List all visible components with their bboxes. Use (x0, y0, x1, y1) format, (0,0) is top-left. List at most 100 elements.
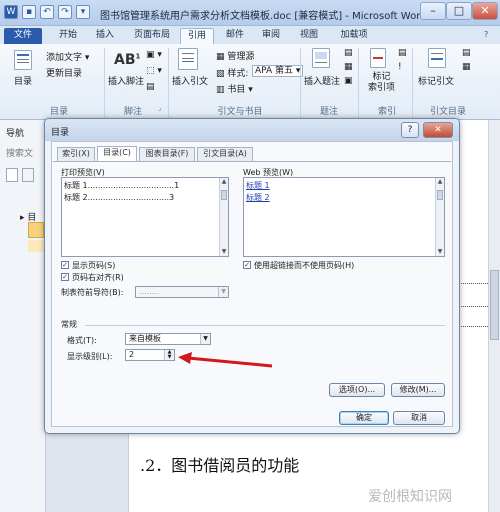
scroll-thumb[interactable] (490, 270, 499, 340)
scroll-thumb[interactable] (437, 190, 443, 200)
tab-addins[interactable]: 加载项 (334, 28, 374, 44)
tab-insert[interactable]: 插入 (90, 28, 120, 44)
print-preview-box: 标题 1..................................1 … (61, 177, 229, 257)
show-notes-icon[interactable]: ▤ (146, 82, 155, 92)
maximize-button[interactable]: □ (446, 2, 472, 20)
group-divider (358, 48, 359, 118)
redo-icon[interactable]: ↷ (58, 5, 72, 19)
insert-caption-button[interactable]: 插入题注 (304, 74, 340, 87)
help-icon[interactable]: ? (484, 30, 488, 39)
cross-reference-icon[interactable]: ▣ (344, 76, 353, 86)
headings-view-icon[interactable] (6, 168, 18, 182)
update-toc-button[interactable]: 更新目录 (46, 66, 82, 79)
use-hyperlinks-checkbox[interactable]: ✓ (243, 261, 251, 269)
dialog-title: 目录 (51, 128, 70, 138)
bibliography-button[interactable]: ▥ 书目 ▾ (216, 82, 253, 95)
group-divider (104, 48, 105, 118)
tab-mailings[interactable]: 邮件 (220, 28, 250, 44)
tab-index[interactable]: 索引(X) (57, 147, 95, 161)
tab-toc[interactable]: 目录(C) (97, 146, 137, 161)
tab-leader-select[interactable]: ........ ▼ (135, 286, 229, 298)
tab-divider (53, 161, 451, 162)
annotation-arrow-icon (178, 352, 273, 368)
tab-view[interactable]: 视图 (294, 28, 324, 44)
insert-citation-icon (178, 48, 198, 70)
insert-footnote-button[interactable]: 插入脚注 (108, 74, 144, 87)
chevron-down-icon[interactable]: ▼ (200, 334, 210, 344)
scroll-down-icon[interactable]: ▼ (220, 248, 228, 256)
insert-citation-button[interactable]: 插入引文 (172, 74, 208, 87)
scroll-up-icon[interactable]: ▲ (436, 178, 444, 186)
insert-endnote-icon[interactable]: ▣ ▾ (146, 50, 162, 60)
dialog-launcher-icon[interactable]: ⌟ (158, 104, 161, 112)
nav-item[interactable] (28, 240, 44, 252)
ok-button[interactable]: 确定 (339, 411, 389, 425)
web-preview-link-1[interactable]: 标题 1 (246, 180, 270, 191)
nav-search-input[interactable]: 搜索文 (6, 146, 33, 159)
scroll-up-icon[interactable]: ▲ (220, 178, 228, 186)
scroll-down-icon[interactable]: ▼ (436, 248, 444, 256)
chevron-down-icon[interactable]: ▼ (218, 287, 228, 297)
stepper-arrows-icon[interactable]: ▲ ▼ (164, 350, 174, 360)
dialog-close-button[interactable]: ✕ (423, 122, 453, 138)
tab-home[interactable]: 开始 (52, 28, 84, 44)
web-preview-link-2[interactable]: 标题 2 (246, 192, 270, 203)
style-select[interactable]: APA 第五 ▾ (252, 65, 304, 77)
close-button[interactable]: ✕ (472, 2, 498, 20)
tab-leader-label: 制表符前导符(B): (61, 288, 124, 297)
toc-leader-line (458, 283, 488, 284)
update-table-icon[interactable]: ▦ (344, 62, 353, 72)
tab-references[interactable]: 引用 (180, 28, 214, 44)
window-title: 图书馆管理系统用户需求分析文档模板.doc [兼容模式] - Microsoft… (100, 11, 427, 22)
print-preview-line-1: 标题 1..................................1 (64, 181, 180, 190)
right-align-checkbox[interactable]: ✓ (61, 273, 69, 281)
toc-leader-line (458, 306, 488, 307)
tab-page-layout[interactable]: 页面布局 (126, 28, 178, 44)
toc-dialog: 目录 ? ✕ 索引(X) 目录(C) 图表目录(F) 引文目录(A) 打印预览(… (44, 118, 460, 434)
web-preview-scrollbar[interactable]: ▲ ▼ (435, 178, 444, 256)
right-align-label: 页码右对齐(R) (72, 273, 124, 282)
document-scrollbar[interactable] (488, 120, 500, 512)
undo-icon[interactable]: ↶ (40, 5, 54, 19)
add-text-button[interactable]: 添加文字 ▾ (46, 50, 89, 63)
toc-leader-line (458, 326, 488, 327)
modify-button[interactable]: 修改(M)... (391, 383, 445, 397)
group-divider (300, 48, 301, 118)
scroll-thumb[interactable] (221, 190, 227, 200)
next-footnote-icon[interactable]: ⬚ ▾ (146, 66, 162, 76)
word-icon: W (4, 5, 18, 19)
customize-icon[interactable]: ▾ (76, 5, 90, 19)
footnote-icon: AB1 (114, 52, 141, 68)
nav-title: 导航 (6, 129, 25, 139)
format-select[interactable]: 来自模板 ▼ (125, 333, 211, 345)
document-heading[interactable]: .2．图书借阅员的功能 (140, 452, 299, 476)
update-index-icon[interactable]: ! (398, 62, 402, 72)
show-page-numbers-checkbox[interactable]: ✓ (61, 261, 69, 269)
minimize-button[interactable]: – (420, 2, 446, 20)
tab-review[interactable]: 审阅 (256, 28, 286, 44)
dialog-help-button[interactable]: ? (401, 122, 419, 138)
group-label-toc: 目录 (49, 107, 68, 117)
nav-selected-item[interactable] (28, 222, 44, 238)
insert-authorities-icon[interactable]: ▤ (462, 48, 471, 58)
tab-leader-value: ........ (139, 287, 160, 296)
style-label: ▧ 样式: (216, 69, 249, 79)
print-preview-scrollbar[interactable]: ▲ ▼ (219, 178, 228, 256)
update-authorities-icon[interactable]: ▦ (462, 62, 471, 72)
tab-table-of-figures[interactable]: 图表目录(F) (139, 147, 195, 161)
cancel-button[interactable]: 取消 (393, 411, 445, 425)
tab-table-of-authorities[interactable]: 引文目录(A) (197, 147, 253, 161)
mark-citation-button[interactable]: 标记引文 (418, 74, 454, 87)
toc-button[interactable]: 目录 (14, 74, 32, 87)
pages-view-icon[interactable] (22, 168, 34, 182)
manage-sources-button[interactable]: ▦ 管理源 (216, 49, 254, 62)
insert-index-icon[interactable]: ▤ (398, 48, 407, 58)
save-icon[interactable]: ▪ (22, 5, 36, 19)
levels-stepper[interactable]: 2 ▲ ▼ (125, 349, 175, 361)
tab-file[interactable]: 文件 (4, 28, 42, 44)
toc-icon (14, 50, 32, 70)
insert-table-figures-icon[interactable]: ▤ (344, 48, 353, 58)
options-button[interactable]: 选项(O)... (329, 383, 385, 397)
mark-entry-button[interactable]: 标记 索引项 (368, 72, 395, 94)
title-bar: W ▪ ↶ ↷ ▾ 图书馆管理系统用户需求分析文档模板.doc [兼容模式] -… (0, 0, 500, 26)
